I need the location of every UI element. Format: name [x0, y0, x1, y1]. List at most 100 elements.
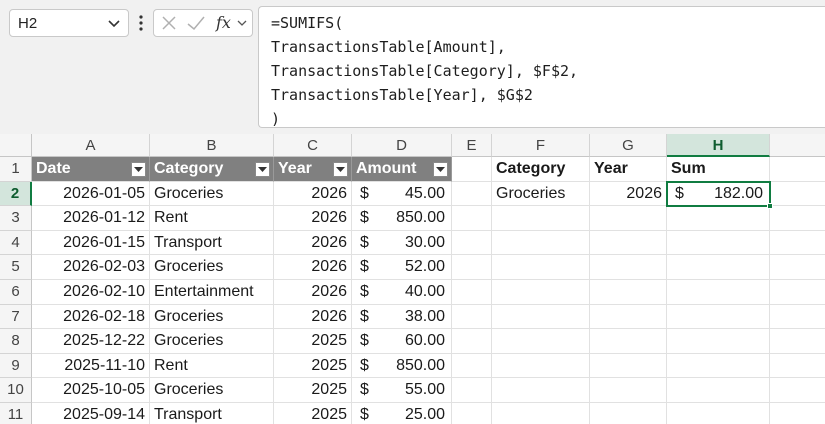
filter-dropdown-icon[interactable] [433, 162, 448, 177]
empty-cell[interactable] [770, 378, 825, 403]
row-header-5[interactable]: 5 [0, 255, 32, 280]
table-cell-category[interactable]: Transport [150, 403, 274, 424]
summary-year-value[interactable]: 2026 [590, 181, 667, 207]
row-header-4[interactable]: 4 [0, 230, 32, 256]
column-header-f[interactable]: F [492, 134, 590, 157]
table-cell-category[interactable]: Transport [150, 230, 274, 256]
chevron-down-icon[interactable] [106, 14, 122, 32]
column-header-b[interactable]: B [150, 134, 274, 157]
empty-cell[interactable] [452, 255, 492, 280]
fill-handle[interactable] [767, 203, 773, 210]
row-header-3[interactable]: 3 [0, 206, 32, 231]
table-cell-year[interactable]: 2025 [274, 403, 352, 424]
table-cell-year[interactable]: 2025 [274, 353, 352, 379]
table-cell-year[interactable]: 2025 [274, 378, 352, 403]
empty-cell[interactable] [667, 280, 770, 305]
row-header-6[interactable]: 6 [0, 280, 32, 305]
table-cell-year[interactable]: 2026 [274, 304, 352, 330]
empty-cell[interactable] [452, 304, 492, 330]
empty-cell[interactable] [667, 255, 770, 280]
empty-cell[interactable] [452, 353, 492, 379]
empty-cell[interactable] [590, 280, 667, 305]
row-header-10[interactable]: 10 [0, 378, 32, 403]
column-header-d[interactable]: D [352, 134, 452, 157]
empty-cell[interactable] [667, 329, 770, 354]
empty-cell[interactable] [492, 255, 590, 280]
table-cell-year[interactable]: 2026 [274, 181, 352, 207]
empty-cell[interactable] [492, 304, 590, 330]
table-cell-category[interactable]: Groceries [150, 181, 274, 207]
table-cell-date[interactable]: 2025-09-14 [32, 403, 150, 424]
empty-cell[interactable] [452, 280, 492, 305]
empty-cell[interactable] [770, 305, 825, 330]
empty-cell[interactable] [492, 206, 590, 231]
table-cell-year[interactable]: 2026 [274, 280, 352, 305]
table-header-amount[interactable]: Amount [352, 157, 452, 182]
table-cell-category[interactable]: Rent [150, 206, 274, 231]
table-cell-amount[interactable]: $38.00 [352, 304, 452, 330]
empty-cell[interactable] [452, 378, 492, 403]
name-box[interactable]: H2 [9, 9, 129, 37]
empty-cell[interactable] [770, 354, 825, 379]
empty-cell[interactable] [492, 403, 590, 424]
row-header-8[interactable]: 8 [0, 329, 32, 354]
empty-cell[interactable] [667, 230, 770, 256]
table-cell-category[interactable]: Groceries [150, 329, 274, 354]
select-all-corner[interactable] [0, 134, 32, 157]
table-cell-amount[interactable]: $30.00 [352, 230, 452, 256]
table-cell-year[interactable]: 2025 [274, 329, 352, 354]
empty-cell[interactable] [452, 403, 492, 424]
empty-cell[interactable] [590, 304, 667, 330]
empty-cell[interactable] [770, 403, 825, 424]
table-cell-category[interactable]: Entertainment [150, 280, 274, 305]
column-header-g[interactable]: G [590, 134, 667, 157]
filter-dropdown-icon[interactable] [131, 162, 146, 177]
table-cell-category[interactable]: Groceries [150, 304, 274, 330]
summary-category-value[interactable]: Groceries [492, 181, 590, 207]
more-options-icon[interactable] [137, 12, 145, 34]
table-cell-category[interactable]: Rent [150, 353, 274, 379]
filter-dropdown-icon[interactable] [255, 162, 270, 177]
table-header-category[interactable]: Category [150, 157, 274, 182]
table-cell-date[interactable]: 2026-01-15 [32, 230, 150, 256]
empty-cell[interactable] [452, 230, 492, 256]
empty-cell[interactable] [770, 329, 825, 354]
table-cell-amount[interactable]: $55.00 [352, 378, 452, 403]
empty-cell[interactable] [452, 181, 492, 207]
table-cell-date[interactable]: 2025-12-22 [32, 329, 150, 354]
table-cell-date[interactable]: 2025-10-05 [32, 378, 150, 403]
empty-cell[interactable] [667, 304, 770, 330]
table-cell-date[interactable]: 2026-02-10 [32, 280, 150, 305]
row-header-7[interactable]: 7 [0, 304, 32, 330]
table-cell-date[interactable]: 2025-11-10 [32, 353, 150, 379]
column-header-a[interactable]: A [32, 134, 150, 157]
empty-cell[interactable] [770, 231, 825, 256]
cancel-icon[interactable] [160, 14, 178, 37]
empty-cell[interactable] [452, 329, 492, 354]
empty-cell[interactable] [452, 206, 492, 231]
empty-cell[interactable] [590, 206, 667, 231]
table-cell-amount[interactable]: $52.00 [352, 255, 452, 280]
row-header-11[interactable]: 11 [0, 403, 32, 424]
table-cell-category[interactable]: Groceries [150, 255, 274, 280]
insert-function-icon[interactable]: fx [214, 13, 250, 38]
row-header-1[interactable]: 1 [0, 157, 32, 182]
worksheet-grid[interactable]: A B C D E F G H 1 2 3 4 5 6 7 8 9 10 11 … [0, 134, 825, 424]
table-cell-date[interactable]: 2026-01-12 [32, 206, 150, 231]
column-header-i[interactable] [770, 134, 825, 157]
empty-cell[interactable] [667, 378, 770, 403]
table-cell-amount[interactable]: $60.00 [352, 329, 452, 354]
filter-dropdown-icon[interactable] [333, 162, 348, 177]
table-cell-date[interactable]: 2026-02-18 [32, 304, 150, 330]
empty-cell[interactable] [770, 280, 825, 305]
empty-cell[interactable] [590, 230, 667, 256]
row-header-2[interactable]: 2 [0, 181, 32, 207]
table-cell-amount[interactable]: $45.00 [352, 181, 452, 207]
summary-header-year[interactable]: Year [590, 157, 667, 182]
table-header-year[interactable]: Year [274, 157, 352, 182]
empty-cell[interactable] [492, 378, 590, 403]
empty-cell[interactable] [492, 280, 590, 305]
table-cell-date[interactable]: 2026-02-03 [32, 255, 150, 280]
empty-cell[interactable] [492, 329, 590, 354]
empty-cell[interactable] [590, 255, 667, 280]
